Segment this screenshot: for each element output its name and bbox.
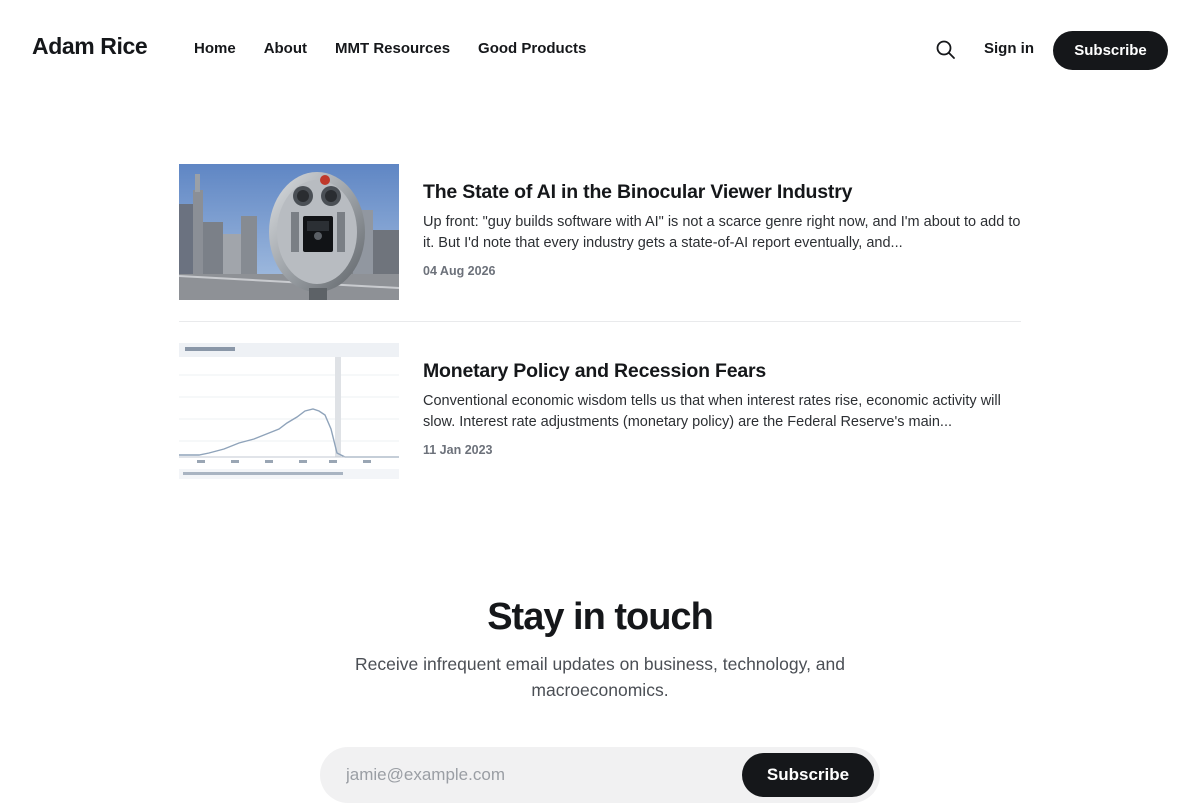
main-nav: Home About MMT Resources Good Products bbox=[194, 40, 614, 57]
newsletter-cta: Stay in touch Receive infrequent email u… bbox=[0, 596, 1200, 703]
post-thumbnail-binocular-viewer[interactable] bbox=[179, 164, 399, 300]
post-card[interactable]: Monetary Policy and Recession Fears Conv… bbox=[179, 343, 1021, 479]
post-date: 11 Jan 2023 bbox=[423, 443, 493, 457]
cta-subtitle: Receive infrequent email updates on busi… bbox=[355, 654, 845, 700]
site-header: Adam Rice Home About MMT Resources Good … bbox=[0, 0, 1200, 100]
post-card[interactable]: The State of AI in the Binocular Viewer … bbox=[179, 164, 1021, 300]
nav-good-products[interactable]: Good Products bbox=[478, 40, 586, 57]
post-title[interactable]: Monetary Policy and Recession Fears bbox=[423, 359, 1021, 383]
post-body: The State of AI in the Binocular Viewer … bbox=[423, 180, 1021, 278]
post-excerpt: Conventional economic wisdom tells us th… bbox=[423, 393, 1001, 430]
signin-link[interactable]: Sign in bbox=[984, 40, 1034, 57]
post-thumbnail-rates-chart[interactable] bbox=[179, 343, 399, 479]
subscribe-button[interactable]: Subscribe bbox=[1053, 31, 1168, 70]
post-divider bbox=[179, 321, 1021, 322]
cta-title: Stay in touch bbox=[487, 596, 714, 638]
post-title[interactable]: The State of AI in the Binocular Viewer … bbox=[423, 180, 1021, 204]
nav-mmt-resources[interactable]: MMT Resources bbox=[335, 40, 450, 57]
post-excerpt: Up front: "guy builds software with AI" … bbox=[423, 214, 1021, 251]
nav-about[interactable]: About bbox=[264, 40, 307, 57]
post-body: Monetary Policy and Recession Fears Conv… bbox=[423, 359, 1021, 457]
post-feed: The State of AI in the Binocular Viewer … bbox=[179, 164, 1021, 479]
email-input[interactable] bbox=[346, 764, 746, 786]
site-logo[interactable]: Adam Rice bbox=[32, 33, 148, 60]
search-icon[interactable] bbox=[934, 38, 958, 62]
post-date: 04 Aug 2026 bbox=[423, 264, 496, 278]
form-subscribe-button[interactable]: Subscribe bbox=[742, 753, 874, 797]
subscribe-form: Subscribe bbox=[320, 747, 880, 803]
nav-home[interactable]: Home bbox=[194, 40, 236, 57]
